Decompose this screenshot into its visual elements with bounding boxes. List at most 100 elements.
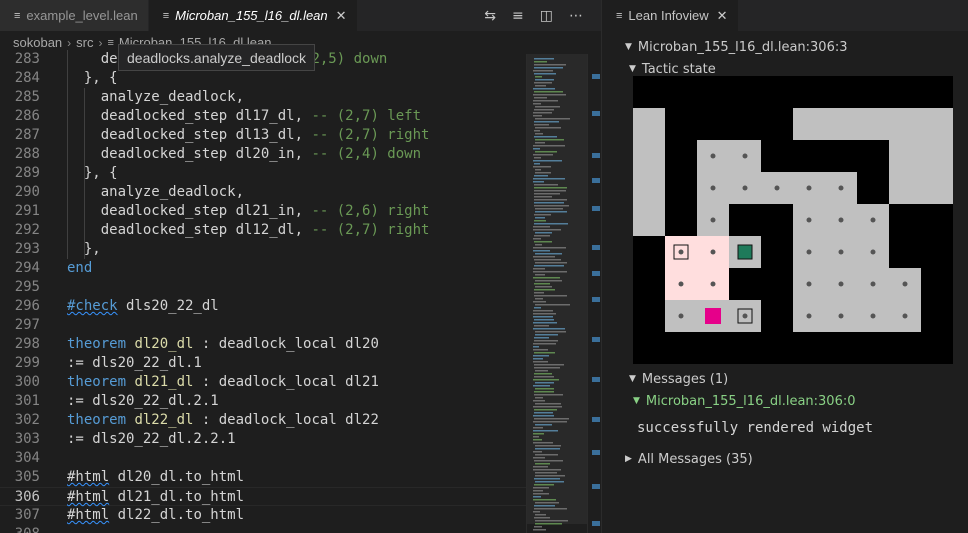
tab-label: example_level.lean [26,8,138,23]
code-line[interactable]: 297 [0,316,526,335]
chevron-right-icon: › [67,35,72,50]
board-cell [889,236,921,268]
floor-dot [742,313,748,319]
code-line[interactable]: 291 deadlocked_step dl21_in, -- (2,6) ri… [0,202,526,221]
line-number: 289 [14,165,40,181]
floor-dot [838,281,844,287]
breadcrumb-item[interactable]: src [76,35,93,50]
scrollbar-mark [592,417,600,422]
floor-dot [710,153,716,159]
line-text: #html dl21_dl.to_html [67,488,244,507]
scrollbar-mark [592,521,600,526]
board-cell [857,172,889,204]
tab-example-level[interactable]: ≡ example_level.lean [0,0,149,31]
board-cell [793,140,825,172]
code-line[interactable]: 290 analyze_deadlock, [0,183,526,202]
code-line[interactable]: 303:= dls20_22_dl.2.2.1 [0,430,526,449]
floor-dot [678,313,684,319]
code-line[interactable]: 288 deadlocked_step dl20_in, -- (2,4) do… [0,145,526,164]
minimap-line [534,526,542,528]
floor-dot [838,217,844,223]
code-token: dls20_22_dl [117,298,219,314]
board-cell [633,140,665,172]
message-location-row[interactable]: ▼ Microban_155_l16_dl.lean:306:0 [633,393,856,409]
board-cell [761,300,793,332]
board-cell [921,76,953,108]
board-cell [761,76,793,108]
close-icon[interactable]: ✕ [336,8,347,24]
line-text: theorem dl21_dl : deadlock_local dl21 [67,373,379,392]
board-cell [729,204,761,236]
code-line[interactable]: 289 }, { [0,164,526,183]
line-number: 294 [14,260,40,276]
board-cell [729,268,761,300]
code-line[interactable]: 293 }, [0,240,526,259]
code-line[interactable]: 308 [0,525,526,533]
floor-dot [838,185,844,191]
code-line[interactable]: 294 end [0,259,526,278]
player [705,308,721,324]
board-cell [761,108,793,140]
code-line[interactable]: 287 deadlocked_step dl13_dl, -- (2,7) ri… [0,126,526,145]
code-token: -- (2,7) right [311,222,430,238]
board-cell [889,332,921,364]
close-icon[interactable]: ✕ [717,8,728,24]
board-cell [729,76,761,108]
board-cell [761,332,793,364]
tab-lean-infoview[interactable]: ≡ Lean Infoview ✕ [602,0,739,31]
board-cell [633,204,665,236]
code-line[interactable]: 298 theorem dl20_dl : deadlock_local dl20 [0,335,526,354]
code-line[interactable]: 304 [0,449,526,468]
code-token: : deadlock_local dl21 [193,374,379,390]
tactic-state-row[interactable]: ▼ Tactic state [629,61,716,77]
minimap[interactable] [526,54,601,533]
code-line[interactable]: 299:= dls20_22_dl.1 [0,354,526,373]
floor-dot [710,217,716,223]
floor-dot [870,217,876,223]
compare-changes-icon[interactable]: ⇆ [484,8,496,24]
code-line[interactable]: 302 theorem dl22_dl : deadlock_local dl22 [0,411,526,430]
vertical-scrollbar[interactable] [587,54,601,533]
code-line[interactable]: 300 theorem dl21_dl : deadlock_local dl21 [0,373,526,392]
board-cell [633,300,665,332]
all-messages-row[interactable]: ▶ All Messages (35) [625,451,753,467]
code-line[interactable]: 296 #check dls20_22_dl [0,297,526,316]
messages-row[interactable]: ▼ Messages (1) [629,371,728,387]
floor-dot [710,281,716,287]
floor-dot [774,185,780,191]
line-text: := dls20_22_dl.2.1 [67,392,219,411]
code-token: }, { [67,70,118,86]
code-area[interactable]: 283 de -- (2,5) down 284 }, {285 analyze_… [0,50,526,533]
tab-label: Microban_155_l16_dl.lean [175,8,328,23]
board-cell [921,140,953,172]
line-text: deadlocked_step dl21_in, -- (2,6) right [67,202,430,221]
board-cell [633,108,665,140]
board-cell [697,332,729,364]
code-line[interactable]: 285 analyze_deadlock, [0,88,526,107]
code-line[interactable]: 301 := dls20_22_dl.2.1 [0,392,526,411]
board-cell [921,332,953,364]
more-actions-icon[interactable]: ⋯ [569,8,583,24]
code-line[interactable]: 284 }, { [0,69,526,88]
breadcrumb-item[interactable]: sokoban [13,35,62,50]
code-line[interactable]: 306 #html dl21_dl.to_html [0,487,526,506]
goal-location-row[interactable]: ▼ Microban_155_l16_dl.lean:306:3 [625,39,848,55]
line-number: 291 [14,203,40,219]
triangle-right-icon: ▶ [625,454,632,464]
split-editor-icon[interactable]: ◫ [540,8,553,24]
tab-microban[interactable]: ≡ Microban_155_l16_dl.lean ✕ [148,0,358,31]
minimap-slider[interactable] [527,54,589,524]
triangle-down-icon: ▼ [633,396,640,406]
code-token: deadlocked_step dl17_dl, [67,108,312,124]
infoview-toggle-icon[interactable]: ≡ [512,8,524,24]
code-token: deadlocked_step dl20_in, [67,146,312,162]
lines-file-icon: ≡ [14,9,21,22]
code-line[interactable]: 286 deadlocked_step dl17_dl, -- (2,7) le… [0,107,526,126]
code-line[interactable]: 307 #html dl22_dl.to_html [0,506,526,525]
code-token: #html [67,507,110,523]
code-line[interactable]: 305 #html dl20_dl.to_html [0,468,526,487]
code-line[interactable]: 292 deadlocked_step dl12_dl, -- (2,7) ri… [0,221,526,240]
line-number: 301 [14,393,40,409]
floor-dot [870,249,876,255]
code-line[interactable]: 295 [0,278,526,297]
